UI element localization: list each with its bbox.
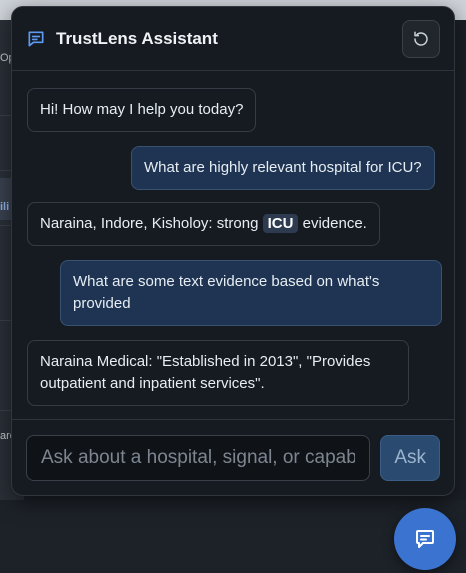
chat-header: TrustLens Assistant	[12, 7, 454, 71]
message-text: Naraina Medical: "Established in 2013", …	[40, 353, 371, 392]
chat-input[interactable]	[26, 434, 371, 481]
message-list: Hi! How may I help you today? What are h…	[12, 71, 454, 421]
user-message: What are highly relevant hospital for IC…	[131, 146, 435, 190]
assistant-message: Naraina Medical: "Established in 2013", …	[27, 340, 409, 406]
chat-bubble-icon	[26, 29, 46, 49]
user-message: What are some text evidence based on wha…	[60, 260, 442, 326]
message-text: Naraina, Indore, Kisholoy: strong	[40, 215, 263, 232]
refresh-icon	[412, 30, 430, 48]
chat-title: TrustLens Assistant	[56, 28, 218, 48]
reset-chat-button[interactable]	[402, 19, 440, 58]
assistant-chat-panel: TrustLens Assistant Hi! How may I help y…	[11, 6, 455, 496]
assistant-message: Hi! How may I help you today?	[27, 88, 257, 132]
message-text: What are some text evidence based on wha…	[73, 273, 380, 312]
assistant-launcher-button[interactable]	[394, 508, 456, 570]
chat-composer: Ask	[12, 419, 454, 495]
message-text: Hi! How may I help you today?	[40, 101, 244, 118]
background-text-fragment: ili	[0, 201, 10, 213]
message-text: What are highly relevant hospital for IC…	[144, 159, 422, 176]
assistant-message: Naraina, Indore, Kisholoy: strong ICU ev…	[27, 202, 380, 246]
chat-bubble-icon	[413, 527, 437, 551]
ask-button[interactable]: Ask	[380, 434, 440, 481]
message-text: evidence.	[298, 215, 367, 232]
capability-tag: ICU	[262, 214, 299, 233]
